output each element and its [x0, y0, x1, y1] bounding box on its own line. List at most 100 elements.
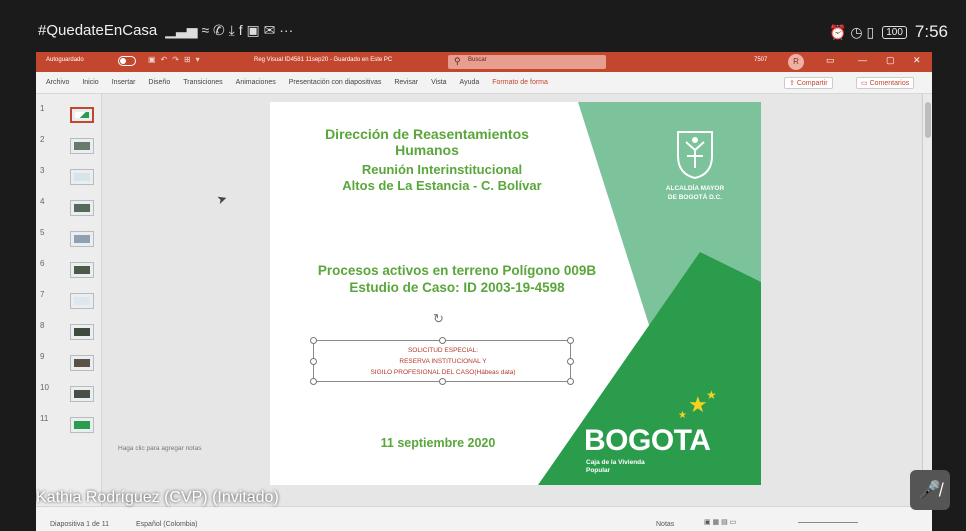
slide-title[interactable]: Dirección de Reasentamientos Humanos — [292, 126, 562, 158]
document-title: Reg Visual ID4581 11sep20 - Guardado en … — [254, 57, 393, 63]
rotate-handle-icon[interactable]: ↻ — [433, 311, 444, 327]
slide-thumbnail[interactable]: 10 — [36, 383, 102, 407]
close-icon[interactable]: ✕ — [913, 55, 921, 66]
slide-number: 8 — [40, 321, 45, 330]
coat-of-arms-icon — [677, 131, 713, 180]
slide-thumbnail[interactable]: 3 — [36, 166, 102, 190]
battery-icon: 100 — [882, 25, 907, 39]
notes-placeholder[interactable]: Haga clic para agregar notas — [118, 445, 201, 452]
resize-handle[interactable] — [567, 337, 574, 344]
app-status-bar: Diapositiva 1 de 11 Español (Colombia) N… — [36, 506, 932, 531]
resize-handle[interactable] — [567, 378, 574, 385]
thumbnail-image — [70, 386, 94, 402]
tab-revisar[interactable]: Revisar — [394, 79, 418, 86]
textbox-line-3: SIGILO PROFESIONAL DEL CASO(Hábeas data) — [370, 369, 516, 376]
resize-handle[interactable] — [310, 337, 317, 344]
tab-insertar[interactable]: Insertar — [112, 79, 136, 86]
slide-date[interactable]: 11 septiembre 2020 — [348, 436, 528, 450]
slide-thumbnail[interactable]: 7 — [36, 290, 102, 314]
avatar[interactable]: R — [788, 54, 804, 70]
slide-thumbnail[interactable]: 8 — [36, 321, 102, 345]
caja-vivienda-label: Caja de la Vivienda Popular — [586, 459, 645, 475]
slide-thumbnail[interactable]: 9 — [36, 352, 102, 376]
slide-number: 1 — [40, 104, 45, 113]
slide-thumbnail[interactable]: 6 — [36, 259, 102, 283]
meeting-title[interactable]: Reunión Interinstitucional Altos de La E… — [292, 162, 592, 194]
autosave-toggle[interactable] — [118, 56, 136, 66]
ribbon-display-icon[interactable]: ▭ — [826, 55, 835, 66]
language-label[interactable]: Español (Colombia) — [136, 521, 197, 528]
clock: 7:56 — [914, 22, 948, 41]
tab-inicio[interactable]: Inicio — [82, 79, 98, 86]
thumbnail-image — [70, 324, 94, 340]
slide-number: 5 — [40, 228, 45, 237]
quick-access-icons[interactable]: ▣↶↷⊞▾ — [148, 55, 205, 64]
caja-line-2: Popular — [586, 467, 611, 474]
scrollbar-thumb[interactable] — [925, 102, 931, 138]
share-button[interactable]: ⇪ Compartir — [784, 77, 833, 89]
current-slide[interactable]: Dirección de Reasentamientos Humanos Reu… — [270, 102, 761, 485]
resize-handle[interactable] — [310, 378, 317, 385]
search-placeholder: Buscar — [468, 57, 487, 63]
tab-ayuda[interactable]: Ayuda — [460, 79, 480, 86]
tab-formato-de-forma[interactable]: Formato de forma — [492, 79, 548, 86]
minimize-icon[interactable]: — — [858, 55, 867, 65]
process-line-2: Estudio de Caso: ID 2003-19-4598 — [349, 280, 565, 295]
slide-thumbnail[interactable]: 1 — [36, 104, 102, 128]
slide-number: 3 — [40, 166, 45, 175]
ribbon-tabs: Archivo Inicio Insertar Diseño Transicio… — [36, 72, 932, 94]
maximize-icon[interactable]: ▢ — [886, 55, 895, 66]
slide-number: 10 — [40, 383, 49, 392]
alarm-icon: ⏰ ◷ ▯ — [829, 23, 875, 40]
tab-animaciones[interactable]: Animaciones — [236, 79, 276, 86]
textbox-line-1: SOLICITUD ESPECIAL: — [407, 347, 479, 354]
comments-label: Comentarios — [869, 80, 910, 87]
alcaldia-line-1: ALCALDÍA MAYOR — [665, 185, 725, 192]
vertical-scrollbar[interactable] — [922, 94, 932, 506]
tab-transiciones[interactable]: Transiciones — [183, 79, 222, 86]
slide-number: 2 — [40, 135, 45, 144]
resize-handle[interactable] — [439, 337, 446, 344]
tab-diseno[interactable]: Diseño — [148, 79, 170, 86]
slide-thumbnail[interactable]: 5 — [36, 228, 102, 252]
mic-muted-icon[interactable]: 🎤̸ — [910, 470, 950, 510]
process-title[interactable]: Procesos activos en terreno Polígono 009… — [292, 262, 622, 296]
slide-number: 4 — [40, 197, 45, 206]
account-label: 7507 — [754, 57, 768, 63]
app-title-bar: Autoguardado ▣↶↷⊞▾ Reg Visual ID4581 11s… — [36, 52, 932, 72]
slide-counter: Diapositiva 1 de 11 — [50, 521, 110, 528]
comments-button[interactable]: ▭ Comentarios — [856, 77, 915, 89]
alcaldia-line-2: DE BOGOTÁ D.C. — [667, 194, 723, 201]
slide-thumbnail[interactable]: 4 — [36, 197, 102, 221]
selected-textbox[interactable]: SOLICITUD ESPECIAL: RESERVA INSTITUCIONA… — [310, 337, 574, 385]
meeting-line-2: Altos de La Estancia - C. Bolívar — [342, 178, 542, 193]
process-line-1: Procesos activos en terreno Polígono 009… — [317, 263, 597, 278]
caja-line-1: Caja de la Vivienda — [586, 459, 645, 466]
thumbnail-image — [70, 417, 94, 433]
view-buttons-icon[interactable]: ▣ ▦ ▤ ▭ — [704, 518, 736, 526]
bogota-logo: BOGOTA — [584, 424, 711, 457]
notes-button[interactable]: Notas — [656, 521, 674, 528]
resize-handle[interactable] — [310, 358, 317, 365]
star-icon: ★ — [678, 410, 687, 421]
thumbnail-image — [70, 169, 94, 185]
share-label: Compartir — [796, 80, 828, 87]
tab-presentacion[interactable]: Presentación con diapositivas — [289, 79, 382, 86]
thumbnail-image — [70, 231, 94, 247]
notification-icons: ▁▃▅ ≈ ✆ ⤓ f ▣ ✉ ··· — [165, 22, 294, 38]
resize-handle[interactable] — [567, 358, 574, 365]
slide-thumbnail[interactable]: 11 — [36, 414, 102, 438]
slide-thumbnail[interactable]: 2 — [36, 135, 102, 159]
star-icon: ★ — [688, 392, 708, 417]
thumbnail-image — [70, 200, 94, 216]
resize-handle[interactable] — [439, 378, 446, 385]
meeting-line-1: Reunión Interinstitucional — [361, 162, 523, 177]
thumbnail-image — [70, 138, 94, 154]
phone-status-bar: #QuedateEnCasa ▁▃▅ ≈ ✆ ⤓ f ▣ ✉ ··· ⏰ ◷ ▯… — [0, 14, 966, 48]
slide-number: 7 — [40, 290, 45, 299]
tab-archivo[interactable]: Archivo — [46, 79, 69, 86]
zoom-slider[interactable] — [798, 522, 858, 523]
search-box[interactable]: ⚲ Buscar — [448, 55, 606, 69]
thumbnail-image — [70, 262, 94, 278]
tab-vista[interactable]: Vista — [431, 79, 446, 86]
